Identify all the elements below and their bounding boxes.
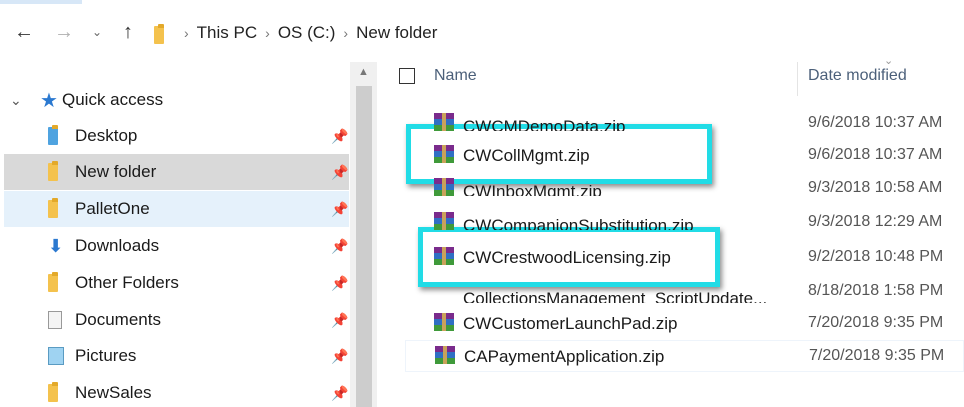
winrar-archive-icon bbox=[433, 246, 455, 266]
pin-icon[interactable]: 📌 bbox=[331, 238, 348, 255]
file-date: 8/18/2018 1:58 PM bbox=[808, 282, 944, 299]
pictures-icon bbox=[46, 345, 68, 367]
nav-item-downloads[interactable]: ⬇ Downloads 📌 bbox=[4, 228, 349, 264]
file-row[interactable]: CollectionsManagement_ScriptUpdate... 8/… bbox=[405, 276, 964, 308]
arrow-left-icon: ← bbox=[14, 20, 34, 43]
nav-item-label: Quick access bbox=[62, 90, 164, 109]
nav-item-quick-access[interactable]: ⌄ ★ Quick access bbox=[4, 82, 349, 118]
file-date: 9/3/2018 10:58 AM bbox=[808, 179, 943, 196]
nav-item-desktop[interactable]: Desktop 📌 bbox=[4, 118, 349, 154]
pin-icon[interactable]: 📌 bbox=[331, 275, 348, 292]
winrar-archive-icon bbox=[433, 177, 455, 197]
file-list-pane: Name ⌄ Date modified CWCMDemoData.zip 9/… bbox=[377, 55, 964, 407]
pin-icon[interactable]: 📌 bbox=[331, 201, 348, 218]
nav-item-pictures[interactable]: Pictures 📌 bbox=[4, 338, 349, 374]
nav-item-other-folders[interactable]: Other Folders 📌 bbox=[4, 265, 349, 301]
breadcrumb-separator[interactable]: › bbox=[184, 25, 189, 41]
folder-icon bbox=[152, 24, 166, 44]
star-icon: ★ bbox=[40, 89, 58, 112]
arrow-up-icon: ↑ bbox=[123, 20, 133, 43]
file-name: CWCustomerLaunchPad.zip bbox=[463, 314, 678, 333]
ribbon-tab-underline bbox=[0, 0, 82, 4]
file-row[interactable]: CWCustomerLaunchPad.zip 7/20/2018 9:35 P… bbox=[405, 308, 964, 340]
file-row[interactable]: CWCMDemoData.zip 9/6/2018 10:37 AM bbox=[405, 108, 964, 140]
nav-item-label: New folder bbox=[75, 162, 157, 181]
pin-icon[interactable]: 📌 bbox=[331, 164, 348, 181]
winrar-archive-icon bbox=[433, 112, 455, 132]
file-date: 7/20/2018 9:35 PM bbox=[809, 347, 945, 364]
winrar-archive-icon bbox=[434, 345, 456, 365]
file-row[interactable]: CAPaymentApplication.zip 7/20/2018 9:35 … bbox=[405, 340, 964, 372]
file-date: 7/20/2018 9:35 PM bbox=[808, 314, 944, 331]
column-header-date-modified[interactable]: Date modified bbox=[808, 67, 907, 85]
nav-item-label: PalletOne bbox=[75, 199, 150, 218]
folder-blue-icon bbox=[46, 125, 68, 147]
nav-item-label: Documents bbox=[75, 310, 161, 329]
file-row[interactable]: CWCompanionSubstitution.zip 9/3/2018 12:… bbox=[405, 207, 964, 239]
pin-icon[interactable]: 📌 bbox=[331, 348, 348, 365]
back-button[interactable]: ← bbox=[12, 16, 36, 48]
select-all-checkbox[interactable] bbox=[399, 68, 415, 84]
folder-icon bbox=[46, 198, 68, 220]
forward-button[interactable]: → bbox=[52, 16, 76, 48]
folder-icon bbox=[46, 161, 68, 183]
folder-icon bbox=[46, 272, 68, 294]
recent-locations-button[interactable]: ⌄ bbox=[88, 16, 106, 48]
pin-icon[interactable]: 📌 bbox=[331, 385, 348, 402]
navigation-pane: ⌄ ★ Quick access Desktop 📌 New folder 📌 … bbox=[0, 62, 377, 407]
breadcrumb-separator[interactable]: › bbox=[343, 25, 348, 41]
nav-item-label: Desktop bbox=[75, 126, 138, 145]
nav-item-label: Pictures bbox=[75, 346, 137, 365]
winrar-archive-icon bbox=[433, 144, 455, 164]
scroll-up-arrow-icon[interactable]: ▲ bbox=[350, 62, 377, 82]
nav-item-new-folder[interactable]: New folder 📌 bbox=[4, 154, 349, 190]
nav-item-newsales[interactable]: NewSales 📌 bbox=[4, 375, 349, 407]
file-name: CWCMDemoData.zip bbox=[463, 117, 626, 131]
chevron-down-icon: ⌄ bbox=[91, 25, 103, 39]
file-row[interactable]: CWInboxMgmt.zip 9/3/2018 10:58 AM bbox=[405, 173, 964, 205]
file-row[interactable]: CWCrestwoodLicensing.zip 9/2/2018 10:48 … bbox=[405, 242, 964, 274]
file-date: 9/3/2018 12:29 AM bbox=[808, 213, 943, 230]
pin-icon[interactable]: 📌 bbox=[331, 312, 348, 329]
nav-item-label: NewSales bbox=[75, 383, 152, 402]
file-date: 9/6/2018 10:37 AM bbox=[808, 146, 943, 163]
file-row[interactable]: CWCollMgmt.zip 9/6/2018 10:37 AM bbox=[405, 140, 964, 172]
winrar-archive-icon bbox=[433, 312, 455, 332]
documents-icon bbox=[46, 309, 68, 331]
file-name: CWInboxMgmt.zip bbox=[463, 182, 602, 196]
breadcrumb-separator[interactable]: › bbox=[265, 25, 270, 41]
nav-item-documents[interactable]: Documents 📌 bbox=[4, 302, 349, 338]
file-name: CollectionsManagement_ScriptUpdate... bbox=[463, 289, 768, 303]
nav-pane-scrollbar[interactable]: ▲ bbox=[350, 62, 377, 407]
address-box[interactable]: › This PC › OS (C:) › New folder bbox=[148, 16, 964, 50]
download-icon: ⬇ bbox=[48, 236, 64, 256]
file-name: CWCompanionSubstitution.zip bbox=[463, 216, 694, 230]
file-date: 9/6/2018 10:37 AM bbox=[808, 114, 943, 131]
up-button[interactable]: ↑ bbox=[116, 16, 140, 48]
winrar-archive-icon bbox=[433, 211, 455, 231]
nav-item-palletone[interactable]: PalletOne 📌 bbox=[4, 191, 349, 227]
column-header-name[interactable]: Name bbox=[434, 67, 477, 85]
folder-icon bbox=[46, 382, 68, 404]
nav-item-label: Downloads bbox=[75, 236, 160, 255]
file-name: CAPaymentApplication.zip bbox=[464, 347, 665, 366]
breadcrumb-os-c[interactable]: OS (C:) bbox=[278, 23, 336, 43]
nav-item-label: Other Folders bbox=[75, 273, 179, 292]
scrollbar-thumb[interactable] bbox=[356, 86, 372, 407]
column-divider[interactable] bbox=[797, 62, 798, 96]
breadcrumb-new-folder[interactable]: New folder bbox=[356, 23, 437, 43]
address-bar: ← → ⌄ ↑ › This PC › OS (C:) › New folder bbox=[0, 0, 964, 62]
chevron-down-icon[interactable]: ⌄ bbox=[10, 92, 22, 109]
column-header-row: Name ⌄ Date modified bbox=[377, 55, 964, 96]
breadcrumb-this-pc[interactable]: This PC bbox=[197, 23, 257, 43]
arrow-right-icon: → bbox=[54, 20, 74, 43]
pin-icon[interactable]: 📌 bbox=[331, 128, 348, 145]
file-name: CWCrestwoodLicensing.zip bbox=[463, 248, 671, 267]
file-name: CWCollMgmt.zip bbox=[463, 146, 590, 165]
file-date: 9/2/2018 10:48 PM bbox=[808, 248, 944, 265]
sort-indicator-icon: ⌄ bbox=[884, 55, 894, 67]
